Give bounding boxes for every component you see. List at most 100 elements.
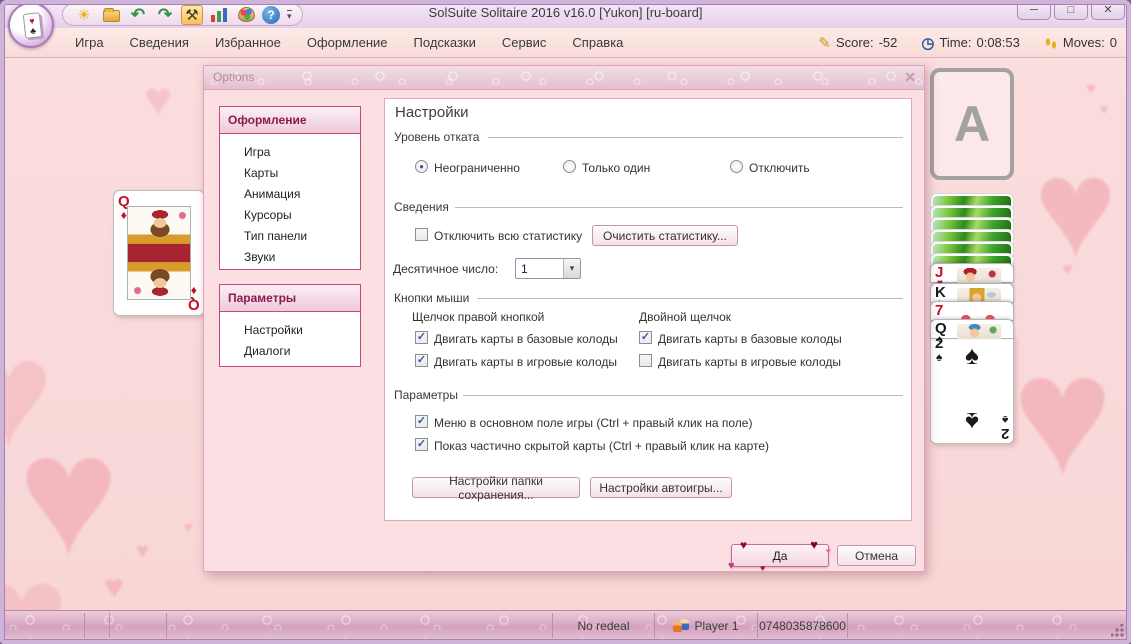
status-cell xyxy=(4,613,85,638)
heart-decoration xyxy=(1086,80,1096,97)
card-queen-of-diamonds[interactable]: Q ♦ Q ♦ xyxy=(113,190,205,316)
spade-pip-icon: ♠ xyxy=(965,342,979,368)
field-menu-checkbox[interactable]: ✓ xyxy=(415,415,428,428)
show-hidden-card-checkbox[interactable]: ✓ xyxy=(415,438,428,451)
appearance-icon[interactable] xyxy=(235,5,257,25)
rc-move-to-foundation-checkbox[interactable]: ✓ xyxy=(415,331,428,344)
field-menu-label[interactable]: Меню в основном поле игры (Ctrl + правый… xyxy=(434,416,752,430)
menu-service[interactable]: Сервис xyxy=(489,31,560,54)
bar-chart-icon xyxy=(211,8,227,22)
rc-move-to-tableau-label[interactable]: Двигать карты в игровые колоды xyxy=(434,355,617,369)
help-icon[interactable]: ? xyxy=(262,6,280,24)
foundation-ace-placeholder[interactable]: A xyxy=(930,68,1014,180)
ok-button-label: Да xyxy=(773,549,788,563)
score-indicator: ✎ Score: -52 xyxy=(818,34,897,52)
sidebar-item-panel-type[interactable]: Тип панели xyxy=(220,225,360,246)
sidebar-group-header: Параметры xyxy=(220,285,360,312)
ok-button[interactable]: Да ♥ ♥ ♥ ♥ ♥ xyxy=(731,544,829,567)
queen-artwork xyxy=(127,206,191,300)
moves-label: Moves: xyxy=(1063,35,1105,50)
rc-move-to-foundation-label[interactable]: Двигать карты в базовые колоды xyxy=(434,332,618,346)
menu-bar: Игра Сведения Избранное Оформление Подск… xyxy=(0,28,1131,58)
card-king-of-spades[interactable]: K ♠ xyxy=(930,283,1014,303)
menu-help[interactable]: Справка xyxy=(559,31,636,54)
game-field[interactable]: Q ♦ Q ♦ A J ♥ K ♠ xyxy=(4,58,1127,610)
menu-info[interactable]: Сведения xyxy=(117,31,202,54)
radio-only-one[interactable] xyxy=(563,160,576,173)
maximize-button[interactable]: □ xyxy=(1054,0,1088,20)
menu-items: Игра Сведения Избранное Оформление Подск… xyxy=(62,31,636,54)
sidebar-item-animation[interactable]: Анимация xyxy=(220,183,360,204)
redo-icon[interactable]: ↷ xyxy=(154,5,176,25)
save-folder-settings-button[interactable]: Настройки папки сохранения... xyxy=(412,477,580,498)
redeal-status: No redeal xyxy=(553,613,655,638)
menu-appearance[interactable]: Оформление xyxy=(294,31,401,54)
panel-title: Настройки xyxy=(395,104,469,121)
sidebar-item-settings[interactable]: Настройки xyxy=(220,319,360,340)
time-value: 0:08:53 xyxy=(976,35,1019,50)
sidebar-item-sounds[interactable]: Звуки xyxy=(220,246,360,267)
disable-statistics-label[interactable]: Отключить всю статистику xyxy=(434,229,582,243)
new-game-icon[interactable]: ☀ xyxy=(73,5,95,25)
menu-game[interactable]: Игра xyxy=(62,31,117,54)
card-queen-of-spades[interactable]: Q ♠ xyxy=(930,319,1014,339)
dialog-title: Options xyxy=(213,70,254,84)
sidebar-group-header: Оформление xyxy=(220,107,360,134)
dc-move-to-foundation-checkbox[interactable]: ✓ xyxy=(639,331,652,344)
sidebar-item-game[interactable]: Игра xyxy=(220,141,360,162)
undo-level-group-label: Уровень отката xyxy=(394,130,479,144)
toolbar-overflow-button[interactable]: ▾ xyxy=(287,10,292,20)
rc-move-to-tableau-checkbox[interactable]: ✓ xyxy=(415,354,428,367)
menu-favorites[interactable]: Избранное xyxy=(202,31,294,54)
app-logo-card-icon: ♥♣ xyxy=(23,12,43,39)
card-seven-of-hearts[interactable]: 7 xyxy=(930,301,1014,321)
clear-statistics-button[interactable]: Очистить статистику... xyxy=(592,225,738,246)
menu-hints[interactable]: Подсказки xyxy=(401,31,489,54)
options-icon[interactable]: ⚒ xyxy=(181,5,203,25)
radio-unlimited-label[interactable]: Неограниченно xyxy=(434,161,520,175)
minimize-button[interactable]: ─ xyxy=(1017,0,1051,20)
player-name: Player 1 xyxy=(694,619,738,633)
spade-pip-icon: ♠ xyxy=(965,409,979,435)
group-divider xyxy=(463,395,903,396)
radio-disable[interactable] xyxy=(730,160,743,173)
status-bar: No redeal Player 1 0748035878600 xyxy=(4,610,1127,640)
cancel-button[interactable]: Отмена xyxy=(837,545,916,566)
dc-move-to-tableau-label[interactable]: Двигать карты в игровые колоды xyxy=(658,355,841,369)
sidebar-item-cursors[interactable]: Курсоры xyxy=(220,204,360,225)
app-menu-button[interactable]: ♥♣ xyxy=(8,2,54,48)
palette-icon xyxy=(238,7,255,22)
player-status: Player 1 xyxy=(655,613,758,638)
dc-move-to-tableau-checkbox[interactable] xyxy=(639,354,652,367)
dialog-title-bar[interactable]: Options ✕ xyxy=(204,66,924,90)
dialog-close-icon[interactable]: ✕ xyxy=(904,69,916,86)
dropdown-arrow-icon[interactable] xyxy=(563,259,580,278)
resize-grip[interactable] xyxy=(1111,624,1125,638)
open-game-icon[interactable] xyxy=(100,5,122,25)
radio-disable-label[interactable]: Отключить xyxy=(749,161,810,175)
sidebar-item-cards[interactable]: Карты xyxy=(220,162,360,183)
autoplay-settings-button[interactable]: Настройки автоигры... xyxy=(590,477,732,498)
close-button[interactable]: ✕ xyxy=(1091,0,1125,20)
score-label: Score: xyxy=(836,35,874,50)
heart-decoration xyxy=(1100,102,1108,116)
decimal-number-value: 1 xyxy=(521,262,528,276)
sidebar-appearance-group: Оформление Игра Карты Анимация Курсоры Т… xyxy=(219,106,361,270)
decimal-number-select[interactable]: 1 xyxy=(515,258,581,279)
disable-statistics-checkbox[interactable] xyxy=(415,228,428,241)
dc-move-to-foundation-label[interactable]: Двигать карты в базовые колоды xyxy=(658,332,842,346)
card-jack-of-hearts[interactable]: J ♥ xyxy=(930,263,1014,283)
card-two-of-spades[interactable]: 2 ♠ ♠ ♠ 2 ♠ xyxy=(930,333,1014,444)
window-controls: ─ □ ✕ xyxy=(1017,0,1125,20)
heart-decoration: ♥ xyxy=(826,547,831,556)
statistics-icon[interactable] xyxy=(208,5,230,25)
mouse-buttons-group-label: Кнопки мыши xyxy=(394,291,469,305)
radio-only-one-label[interactable]: Только один xyxy=(582,161,650,175)
heart-decoration xyxy=(144,76,173,124)
undo-icon[interactable]: ↶ xyxy=(127,5,149,25)
status-cell xyxy=(848,613,1127,638)
game-number-status: 0748035878600 xyxy=(758,613,848,638)
radio-unlimited[interactable]: ● xyxy=(415,160,428,173)
show-hidden-card-label[interactable]: Показ частично скрытой карты (Ctrl + пра… xyxy=(434,439,769,453)
sidebar-item-dialogs[interactable]: Диалоги xyxy=(220,340,360,361)
